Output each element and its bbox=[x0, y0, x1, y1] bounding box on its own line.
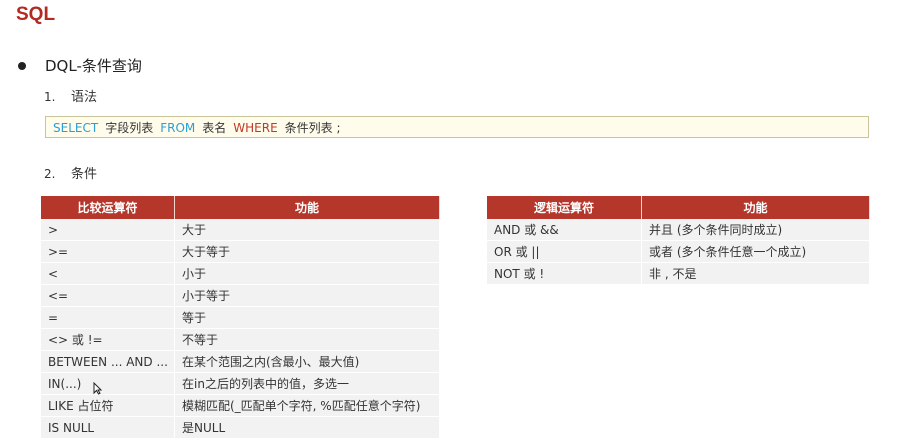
function-cell: 小于 bbox=[174, 262, 440, 285]
operator-cell: > bbox=[41, 219, 175, 241]
step-number: 1. bbox=[44, 90, 56, 104]
step-conditions: 2. 条件 bbox=[44, 163, 97, 182]
table-row: AND 或 && 并且 (多个条件同时成立) bbox=[487, 219, 870, 241]
table-header: 比较运算符 bbox=[41, 196, 175, 219]
operator-cell: IS NULL bbox=[41, 416, 175, 439]
table-row: < 小于 bbox=[41, 262, 440, 285]
function-cell: 是NULL bbox=[174, 416, 440, 439]
step-number: 2. bbox=[44, 167, 56, 181]
step-label: 语法 bbox=[71, 90, 98, 105]
operator-cell: IN(...) bbox=[41, 372, 175, 395]
table-row: > 大于 bbox=[41, 219, 440, 241]
operator-cell: LIKE 占位符 bbox=[41, 394, 175, 417]
syntax-code-box: SELECT 字段列表 FROM 表名 WHERE 条件列表 ; bbox=[45, 116, 869, 138]
table-row: OR 或 || 或者 (多个条件任意一个成立) bbox=[487, 240, 870, 263]
table-header: 功能 bbox=[641, 196, 870, 219]
table-header: 功能 bbox=[174, 196, 440, 219]
operator-cell: BETWEEN ... AND ... bbox=[41, 350, 175, 373]
function-cell: 非 , 不是 bbox=[641, 262, 870, 285]
operator-cell: NOT 或 ! bbox=[487, 262, 642, 285]
operator-cell: OR 或 || bbox=[487, 240, 642, 263]
function-cell: 小于等于 bbox=[174, 284, 440, 307]
syntax-fields: 字段列表 bbox=[105, 121, 154, 135]
table-row: = 等于 bbox=[41, 306, 440, 329]
function-cell: 在in之后的列表中的值，多选一 bbox=[174, 372, 440, 395]
function-cell: 模糊匹配(_匹配单个字符, %匹配任意个字符) bbox=[174, 394, 440, 417]
mouse-cursor-icon bbox=[93, 381, 103, 398]
function-cell: 不等于 bbox=[174, 328, 440, 351]
function-cell: 并且 (多个条件同时成立) bbox=[641, 219, 870, 241]
keyword-from: FROM bbox=[160, 121, 196, 135]
table-row: <> 或 != 不等于 bbox=[41, 328, 440, 351]
page-title: SQL bbox=[16, 4, 56, 25]
step-label: 条件 bbox=[71, 167, 98, 182]
function-cell: 等于 bbox=[174, 306, 440, 329]
function-cell: 大于 bbox=[174, 219, 440, 241]
step-syntax: 1. 语法 bbox=[44, 86, 97, 105]
keyword-where: WHERE bbox=[233, 121, 278, 135]
syntax-conditions: 条件列表 ; bbox=[284, 121, 341, 135]
bullet-dot bbox=[18, 61, 26, 70]
operator-cell: < bbox=[41, 262, 175, 285]
section-heading-text: DQL-条件查询 bbox=[45, 57, 142, 75]
section-heading: DQL-条件查询 bbox=[18, 55, 142, 76]
table-row: NOT 或 ! 非 , 不是 bbox=[487, 262, 870, 285]
function-cell: 在某个范围之内(含最小、最大值) bbox=[174, 350, 440, 373]
keyword-select: SELECT bbox=[53, 121, 99, 135]
table-row: IS NULL 是NULL bbox=[41, 416, 440, 439]
operator-cell: <> 或 != bbox=[41, 328, 175, 351]
comparison-operators-table: 比较运算符 功能 > 大于 >= 大于等于 < 小于 <= 小于等于 = 等于 <> 或 … bbox=[41, 196, 440, 439]
operator-cell: <= bbox=[41, 284, 175, 307]
table-row: BETWEEN ... AND ... 在某个范围之内(含最小、最大值) bbox=[41, 350, 440, 373]
syntax-table: 表名 bbox=[202, 121, 227, 135]
table-row: <= 小于等于 bbox=[41, 284, 440, 307]
logical-operators-table: 逻辑运算符 功能 AND 或 && 并且 (多个条件同时成立) OR 或 || 或者… bbox=[487, 196, 870, 285]
table-header: 逻辑运算符 bbox=[487, 196, 642, 219]
table-row: >= 大于等于 bbox=[41, 240, 440, 263]
operator-cell: AND 或 && bbox=[487, 219, 642, 241]
operator-cell: = bbox=[41, 306, 175, 329]
function-cell: 大于等于 bbox=[174, 240, 440, 263]
function-cell: 或者 (多个条件任意一个成立) bbox=[641, 240, 870, 263]
operator-cell: >= bbox=[41, 240, 175, 263]
